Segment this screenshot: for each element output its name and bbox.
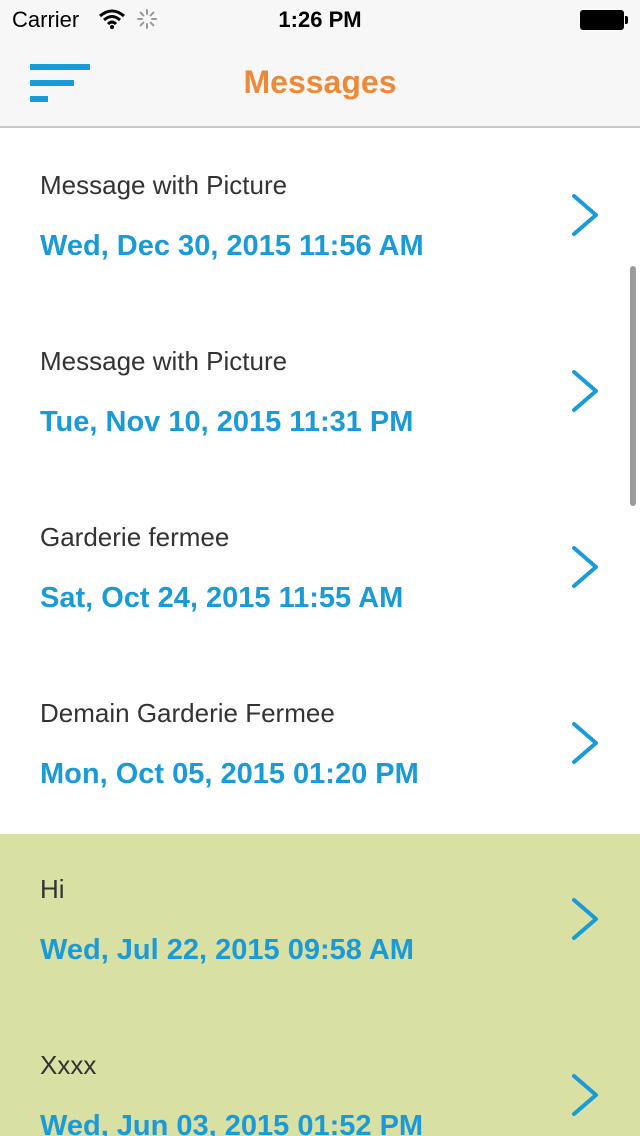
message-title: Message with Picture — [40, 170, 288, 200]
message-row[interactable]: Message with Picture Tue, Nov 10, 2015 11… — [0, 306, 640, 482]
navigation-bar: Messages — [0, 40, 640, 128]
messages-screen: Carrier 1:26 PM Messages Message with Pi… — [0, 0, 640, 1136]
page-title: Messages — [243, 64, 397, 100]
message-date: Sat, Oct 24, 2015 11:55 AM — [40, 582, 404, 614]
message-title: Demain Garderie Fermee — [40, 698, 335, 728]
status-time: 1:26 PM — [278, 7, 362, 32]
message-title: Hi — [40, 874, 65, 904]
message-list[interactable]: Message with Picture Wed, Dec 30, 2015 11… — [0, 130, 640, 1136]
chevron-right-icon — [572, 722, 598, 764]
message-row[interactable]: Hi Wed, Jul 22, 2015 09:58 AM — [0, 834, 640, 1010]
chevron-right-icon — [572, 546, 598, 588]
scrollbar[interactable] — [630, 266, 636, 506]
message-title: Garderie fermee — [40, 522, 230, 552]
message-row[interactable]: Message with Picture Wed, Dec 30, 2015 11… — [0, 130, 640, 306]
message-date: Wed, Jul 22, 2015 09:58 AM — [40, 934, 414, 966]
message-date: Wed, Jun 03, 2015 01:52 PM — [40, 1110, 424, 1136]
message-date: Tue, Nov 10, 2015 11:31 PM — [40, 406, 414, 438]
message-date: Wed, Dec 30, 2015 11:56 AM — [40, 230, 424, 262]
message-row[interactable]: Xxxx Wed, Jun 03, 2015 01:52 PM — [0, 1010, 640, 1136]
message-title: Message with Picture — [40, 346, 288, 376]
message-row[interactable]: Garderie fermee Sat, Oct 24, 2015 11:55 A… — [0, 482, 640, 658]
battery-icon — [580, 10, 628, 30]
chevron-right-icon — [572, 898, 598, 940]
status-bar: Carrier 1:26 PM — [0, 0, 640, 40]
message-row[interactable]: Demain Garderie Fermee Mon, Oct 05, 2015 … — [0, 658, 640, 834]
chevron-right-icon — [572, 1074, 598, 1116]
chevron-right-icon — [572, 194, 598, 236]
chevron-right-icon — [572, 370, 598, 412]
message-title: Xxxx — [40, 1050, 97, 1080]
message-date: Mon, Oct 05, 2015 01:20 PM — [40, 758, 419, 790]
